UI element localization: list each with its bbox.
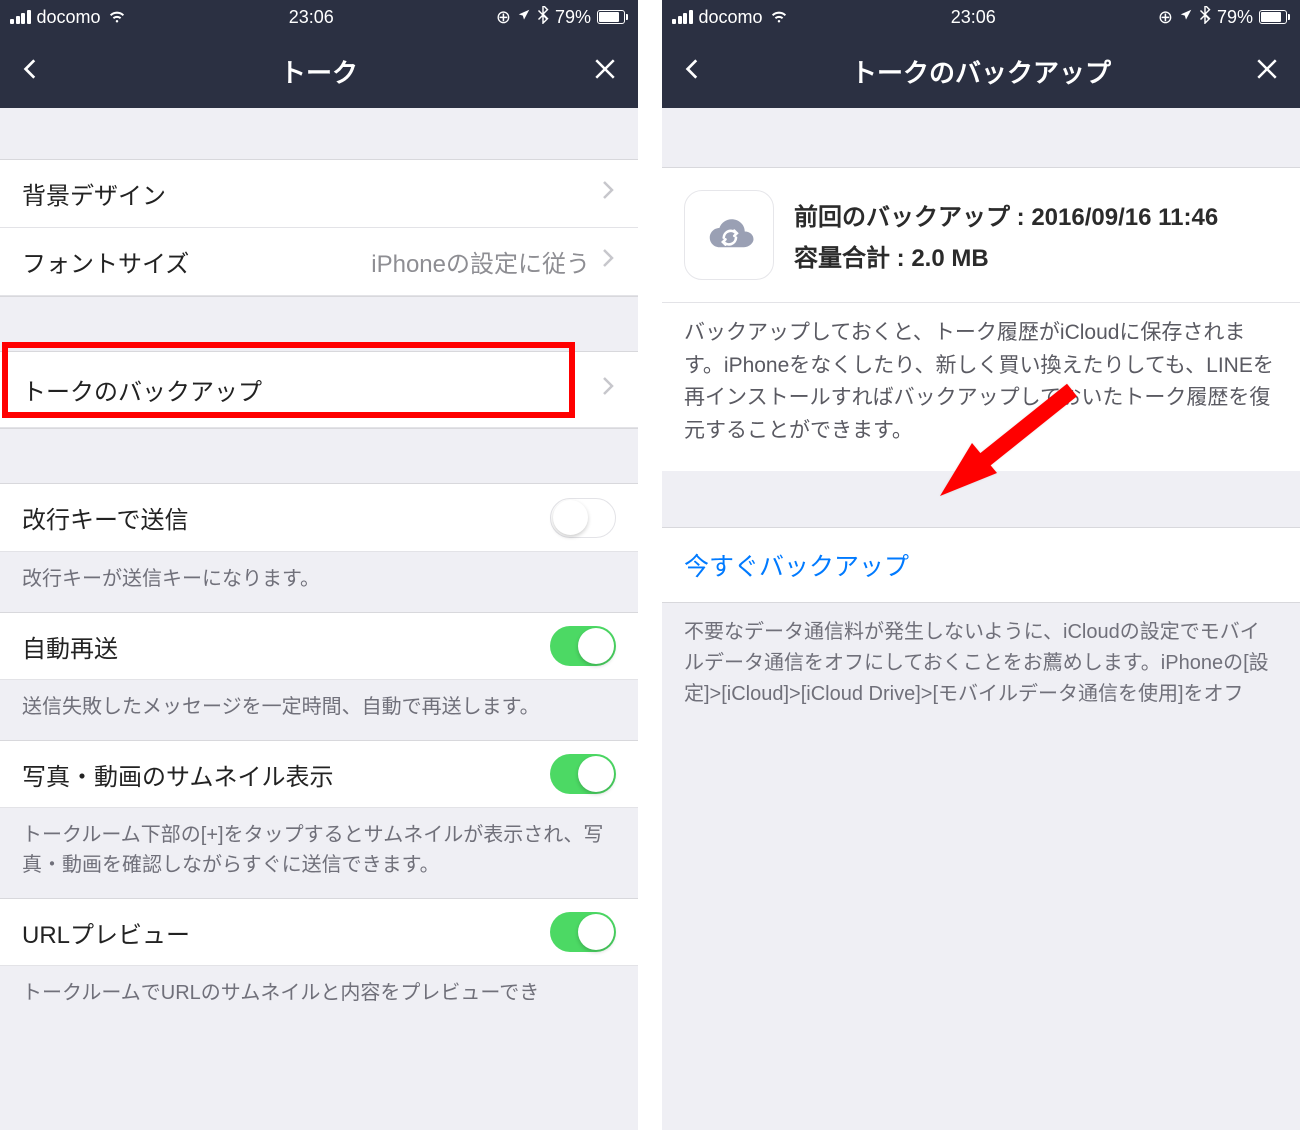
row-url-preview[interactable]: URLプレビュー xyxy=(0,898,638,966)
carrier-label: docomo xyxy=(37,7,101,28)
row-label: トークのバックアップ xyxy=(22,372,262,407)
row-label: 自動再送 xyxy=(22,629,118,664)
row-footer-enter-send: 改行キーが送信キーになります。 xyxy=(0,552,638,612)
signal-icon xyxy=(672,10,693,24)
battery-percent: 79% xyxy=(1217,7,1253,28)
carrier-label: docomo xyxy=(699,7,763,28)
row-footer-thumbnail: トークルーム下部の[+]をタップするとサムネイルが表示され、写真・動画を確認しな… xyxy=(0,808,638,898)
battery-icon xyxy=(1259,10,1290,24)
row-footer-url-preview: トークルームでURLのサムネイルと内容をプレビューでき xyxy=(0,966,638,1026)
section-spacer xyxy=(0,296,638,352)
row-thumbnail[interactable]: 写真・動画のサムネイル表示 xyxy=(0,740,638,808)
row-label: 写真・動画のサムネイル表示 xyxy=(22,757,334,792)
toggle-enter-send[interactable] xyxy=(550,498,616,538)
location-icon xyxy=(517,6,531,27)
chevron-right-icon xyxy=(600,178,616,209)
status-time: 23:06 xyxy=(951,7,996,28)
backup-size-label: 容量合計 : 2.0 MB xyxy=(794,238,1218,273)
nav-title: トークのバックアップ xyxy=(662,53,1300,90)
screen-talk-settings: docomo 23:06 ⊕ 79% トーク xyxy=(0,0,638,1130)
orientation-lock-icon: ⊕ xyxy=(1158,7,1173,28)
row-backup-now[interactable]: 今すぐバックアップ xyxy=(662,527,1300,603)
toggle-auto-resend[interactable] xyxy=(550,626,616,666)
row-enter-send[interactable]: 改行キーで送信 xyxy=(0,484,638,552)
section-spacer xyxy=(662,108,1300,168)
status-time: 23:06 xyxy=(289,7,334,28)
close-button[interactable] xyxy=(590,54,620,89)
status-bar: docomo 23:06 ⊕ 79% xyxy=(662,0,1300,34)
backup-description: バックアップしておくと、トーク履歴がiCloudに保存されます。iPhoneをな… xyxy=(662,303,1300,471)
last-backup-label: 前回のバックアップ : 2016/09/16 11:46 xyxy=(794,197,1218,232)
row-value: iPhoneの設定に従う xyxy=(371,244,590,279)
toggle-url-preview[interactable] xyxy=(550,912,616,952)
row-label: URLプレビュー xyxy=(22,915,190,950)
row-auto-resend[interactable]: 自動再送 xyxy=(0,612,638,680)
battery-percent: 79% xyxy=(555,7,591,28)
section-spacer xyxy=(0,108,638,160)
wifi-icon xyxy=(107,5,127,30)
status-bar: docomo 23:06 ⊕ 79% xyxy=(0,0,638,34)
row-talk-backup[interactable]: トークのバックアップ xyxy=(0,352,638,428)
battery-icon xyxy=(597,10,628,24)
row-label: 背景デザイン xyxy=(22,176,166,211)
section-spacer xyxy=(0,428,638,484)
back-button[interactable] xyxy=(680,56,706,87)
chevron-right-icon xyxy=(600,374,616,405)
row-footer-auto-resend: 送信失敗したメッセージを一定時間、自動で再送します。 xyxy=(0,680,638,740)
back-button[interactable] xyxy=(18,56,44,87)
chevron-right-icon xyxy=(600,246,616,277)
row-label: フォントサイズ xyxy=(22,244,189,279)
orientation-lock-icon: ⊕ xyxy=(496,7,511,28)
nav-bar: トークのバックアップ xyxy=(662,34,1300,108)
cloud-sync-icon xyxy=(684,190,774,280)
toggle-thumbnail[interactable] xyxy=(550,754,616,794)
row-font-size[interactable]: フォントサイズ iPhoneの設定に従う xyxy=(0,228,638,296)
location-icon xyxy=(1179,6,1193,27)
wifi-icon xyxy=(769,5,789,30)
nav-bar: トーク xyxy=(0,34,638,108)
section-spacer xyxy=(662,471,1300,527)
bluetooth-icon xyxy=(1199,6,1211,29)
backup-status-card: 前回のバックアップ : 2016/09/16 11:46 容量合計 : 2.0 … xyxy=(662,168,1300,303)
close-button[interactable] xyxy=(1252,54,1282,89)
nav-title: トーク xyxy=(0,53,638,90)
backup-now-label: 今すぐバックアップ xyxy=(684,547,909,583)
screen-talk-backup: docomo 23:06 ⊕ 79% トークのバックアップ xyxy=(662,0,1300,1130)
signal-icon xyxy=(10,10,31,24)
row-label: 改行キーで送信 xyxy=(22,500,189,535)
row-background-design[interactable]: 背景デザイン xyxy=(0,160,638,228)
backup-warning: 不要なデータ通信料が発生しないように、iCloudの設定でモバイルデータ通信をオ… xyxy=(662,603,1300,724)
bluetooth-icon xyxy=(537,6,549,29)
